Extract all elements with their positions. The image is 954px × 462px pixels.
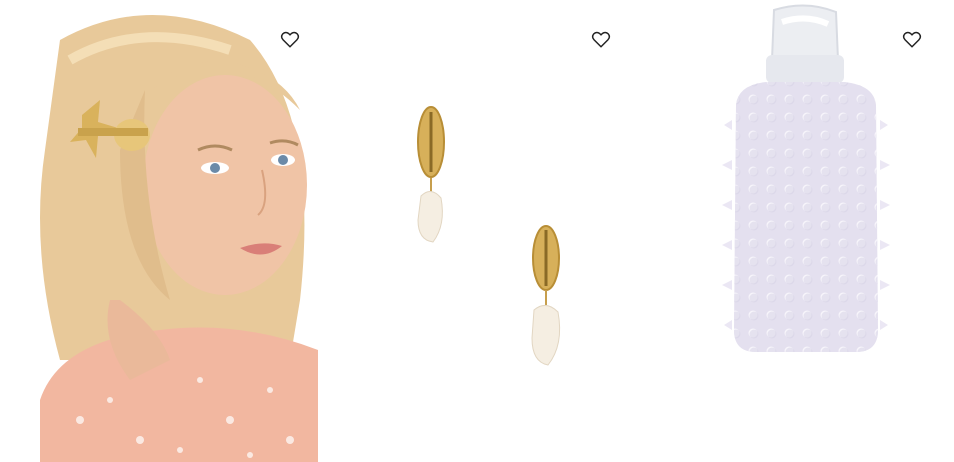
product-image-earrings[interactable] — [318, 0, 636, 462]
product-image-hair-clip[interactable] — [0, 0, 318, 462]
product-image-water-bottle[interactable] — [636, 0, 954, 462]
earrings-photo — [417, 106, 561, 366]
wishlist-heart-icon[interactable] — [279, 28, 301, 50]
product-card-earrings[interactable] — [318, 0, 636, 462]
product-card-water-bottle[interactable] — [636, 0, 954, 462]
earring-right — [531, 225, 561, 366]
earring-left — [417, 106, 445, 243]
wishlist-heart-icon[interactable] — [901, 28, 923, 50]
model-photo — [40, 15, 318, 462]
product-card-hair-clip[interactable] — [0, 0, 318, 462]
water-bottle-photo — [722, 4, 890, 352]
product-grid — [0, 0, 954, 462]
wishlist-heart-icon[interactable] — [590, 28, 612, 50]
